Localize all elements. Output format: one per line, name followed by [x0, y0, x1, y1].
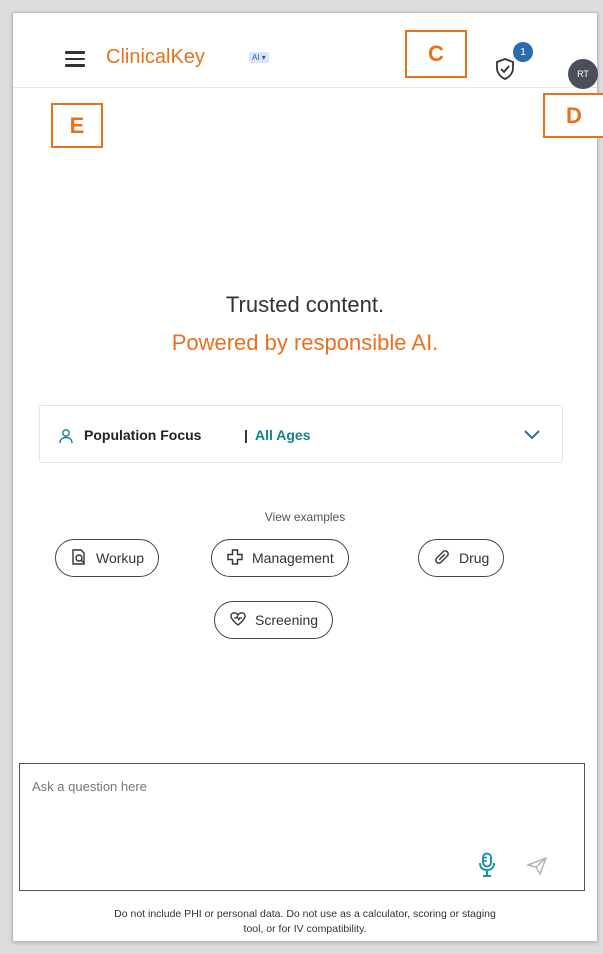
disclaimer-line-2: tool, or for IV compatibility. [243, 923, 367, 935]
population-focus-label: Population Focus [84, 427, 202, 443]
person-icon [58, 428, 74, 449]
population-focus-separator: | [244, 427, 248, 443]
chip-label: Screening [255, 612, 319, 628]
heart-icon [229, 610, 247, 631]
app-frame: ClinicalKey AI ▾ 1 RT C D E B A Trusted … [12, 12, 603, 942]
population-focus-value: All Ages [255, 427, 311, 443]
chip-label: Management [252, 550, 334, 566]
chip-label: Workup [96, 550, 144, 566]
chevron-down-icon[interactable] [523, 428, 541, 446]
example-chip-drug[interactable]: Drug [418, 539, 505, 577]
disclaimer-line-1: Do not include PHI or personal data. Do … [114, 908, 496, 920]
menu-icon[interactable] [65, 51, 85, 67]
top-header: ClinicalKey AI ▾ 1 [13, 13, 597, 88]
example-chip-screening[interactable]: Screening [214, 601, 334, 639]
example-chip-workup[interactable]: Workup [55, 539, 159, 577]
medical-cross-icon [226, 548, 244, 569]
question-input[interactable] [30, 778, 234, 795]
search-document-icon [70, 548, 88, 569]
user-avatar[interactable]: RT [568, 59, 598, 89]
brand-logo-text[interactable]: ClinicalKey [106, 46, 205, 69]
question-box [19, 763, 585, 891]
callout-c: C [405, 30, 467, 78]
pill-icon [433, 548, 451, 569]
microphone-icon[interactable] [478, 852, 496, 883]
population-focus-dropdown[interactable]: Population Focus | All Ages [39, 405, 563, 463]
example-chip-management[interactable]: Management [211, 539, 349, 577]
disclaimer-text: Do not include PHI or personal data. Do … [13, 907, 597, 937]
view-examples-heading: View examples [264, 510, 346, 524]
send-icon[interactable] [525, 856, 548, 881]
callout-e: E [51, 103, 103, 148]
hero-tagline: Trusted content. [225, 292, 385, 317]
shield-check-icon[interactable] [494, 57, 516, 81]
hero-subtagline: Powered by responsible AI. [171, 330, 439, 355]
notification-badge: 1 [513, 42, 533, 62]
callout-d: D [543, 93, 603, 138]
ai-version-badge[interactable]: AI ▾ [249, 52, 269, 63]
chip-label: Drug [459, 550, 490, 566]
